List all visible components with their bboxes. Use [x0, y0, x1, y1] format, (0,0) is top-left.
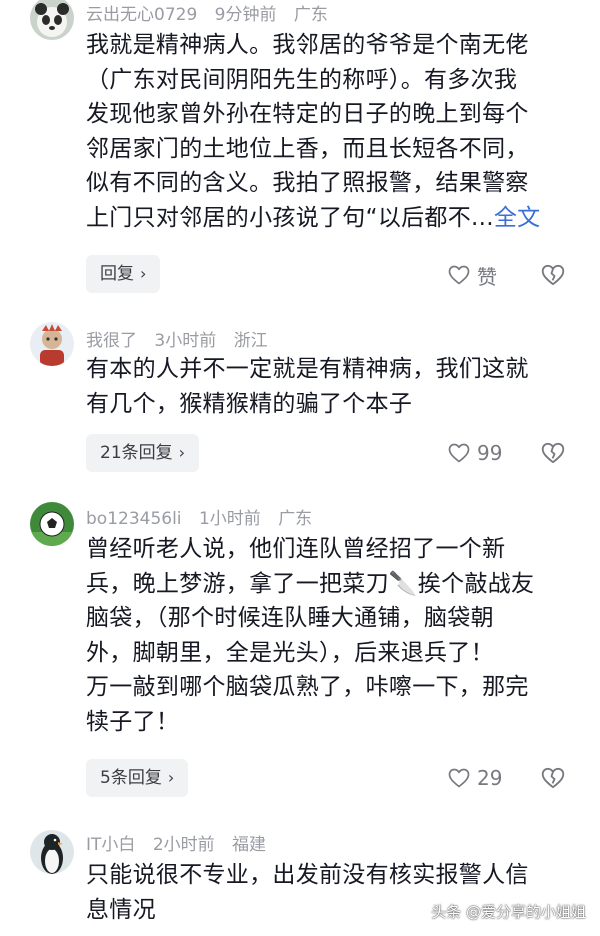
reply-label: 回复 [100, 264, 134, 284]
dislike-button[interactable] [540, 440, 566, 466]
text-line: 似有不同的含义。我拍了照报警，结果警察 [86, 170, 529, 197]
timestamp: 3小时前 [154, 331, 217, 351]
location: 浙江 [233, 331, 268, 351]
comment-text: 曾经听老人说，他们连队曾经招了一个新 兵，晚上梦游，拿了一把菜刀🔪挨个敲战友 脑… [86, 532, 566, 740]
chevron-right-icon: › [140, 264, 147, 283]
reply-label: 21条回复 [100, 443, 173, 463]
text-line: 我就是精神病人。我邻居的爷爷是个南无佬 [86, 32, 529, 58]
like-button[interactable]: 赞 [447, 260, 497, 290]
text-line: 犊子了！ [86, 708, 180, 735]
text-line: 兵，晚上梦游，拿了一把菜刀🔪挨个敲战友 [86, 570, 535, 597]
timestamp: 2小时前 [152, 835, 215, 855]
dislike-button[interactable] [540, 262, 566, 288]
comment-meta: 我很了 3小时前 浙江 [86, 326, 280, 351]
comment-1: 云出无心0729 9分钟前 广东 我就是精神病人。我邻居的爷爷是个南无佬 （广东… [0, 0, 600, 310]
heart-icon [448, 265, 470, 285]
comment-text: 有本的人并不一定就是有精神病，我们这就 有几个，猴精猴精的骗了个本子 [86, 352, 566, 421]
text-line: 上门只对邻居的小孩说了句“以后都不...全文 [86, 201, 566, 236]
location: 福建 [232, 835, 267, 855]
comment-meta: 云出无心0729 9分钟前 广东 [86, 0, 340, 25]
location: 广东 [278, 509, 313, 529]
comment-meta: bo123456li 1小时前 广东 [86, 504, 324, 529]
like-button[interactable]: 29 [447, 763, 502, 793]
chevron-right-icon: › [167, 768, 175, 787]
username[interactable]: 云出无心0729 [86, 5, 197, 25]
reply-label: 5条回复 [100, 768, 162, 788]
comment-2: 我很了 3小时前 浙江 有本的人并不一定就是有精神病，我们这就 有几个，猴精猴精… [0, 320, 600, 480]
timestamp: 1小时前 [198, 509, 261, 529]
like-count: 29 [477, 766, 503, 790]
watermark: 头条 @爱分享的小姐姐 [431, 903, 586, 921]
text-line: 发现他家曾外孙在特定的日子的晚上到每个 [86, 101, 529, 128]
dislike-button[interactable] [540, 765, 566, 791]
text-line: 脑袋，（那个时候连队睡大通铺，脑袋朝 [86, 605, 494, 632]
heart-icon [448, 443, 470, 463]
comment-3: bo123456li 1小时前 广东 曾经听老人说，他们连队曾经招了一个新 兵，… [0, 498, 600, 808]
broken-heart-icon [541, 767, 565, 789]
like-button[interactable]: 99 [447, 438, 502, 468]
text-line: 有几个，猴精猴精的骗了个本子 [86, 390, 413, 417]
reply-button[interactable]: 回复 › [86, 255, 161, 293]
like-count: 99 [477, 441, 503, 465]
truncated-text: 上门只对邻居的小孩说了句“以后都不... [86, 204, 494, 231]
text-line: （广东对民间阴阳先生的称呼）。有多次我 [86, 66, 518, 93]
heart-icon [448, 768, 470, 788]
text-line: 只能说很不专业，出发前没有核实报警人信 [86, 862, 529, 888]
text-line: 邻居家门的土地位上香，而且长短各不同， [86, 135, 529, 162]
location: 广东 [293, 5, 328, 25]
broken-heart-icon [541, 264, 565, 286]
username[interactable]: bo123456li [86, 509, 182, 529]
broken-heart-icon [541, 442, 565, 464]
like-count: 赞 [477, 264, 497, 289]
username[interactable]: 我很了 [86, 331, 137, 351]
comment-meta: IT小白 2小时前 福建 [86, 830, 278, 855]
chevron-right-icon: › [178, 443, 186, 462]
avatar[interactable] [30, 0, 74, 40]
username[interactable]: IT小白 [86, 835, 135, 855]
expand-full-text-link[interactable]: 全文 [494, 205, 541, 231]
timestamp: 9分钟前 [214, 5, 277, 25]
comment-text: 我就是精神病人。我邻居的爷爷是个南无佬 （广东对民间阴阳先生的称呼）。有多次我 … [86, 28, 566, 236]
reply-button[interactable]: 21条回复 › [86, 434, 200, 472]
text-line: 有本的人并不一定就是有精神病，我们这就 [86, 356, 529, 382]
text-line: 万一敲到哪个脑袋瓜熟了，咔嚓一下，那完 [86, 674, 529, 701]
avatar[interactable] [30, 502, 74, 546]
text-line: 外，脚朝里，全是光头），后来退兵了！ [86, 639, 494, 666]
avatar[interactable] [30, 322, 74, 366]
text-line: 曾经听老人说，他们连队曾经招了一个新 [86, 536, 506, 562]
avatar[interactable] [30, 830, 74, 874]
reply-button[interactable]: 5条回复 › [86, 759, 189, 797]
